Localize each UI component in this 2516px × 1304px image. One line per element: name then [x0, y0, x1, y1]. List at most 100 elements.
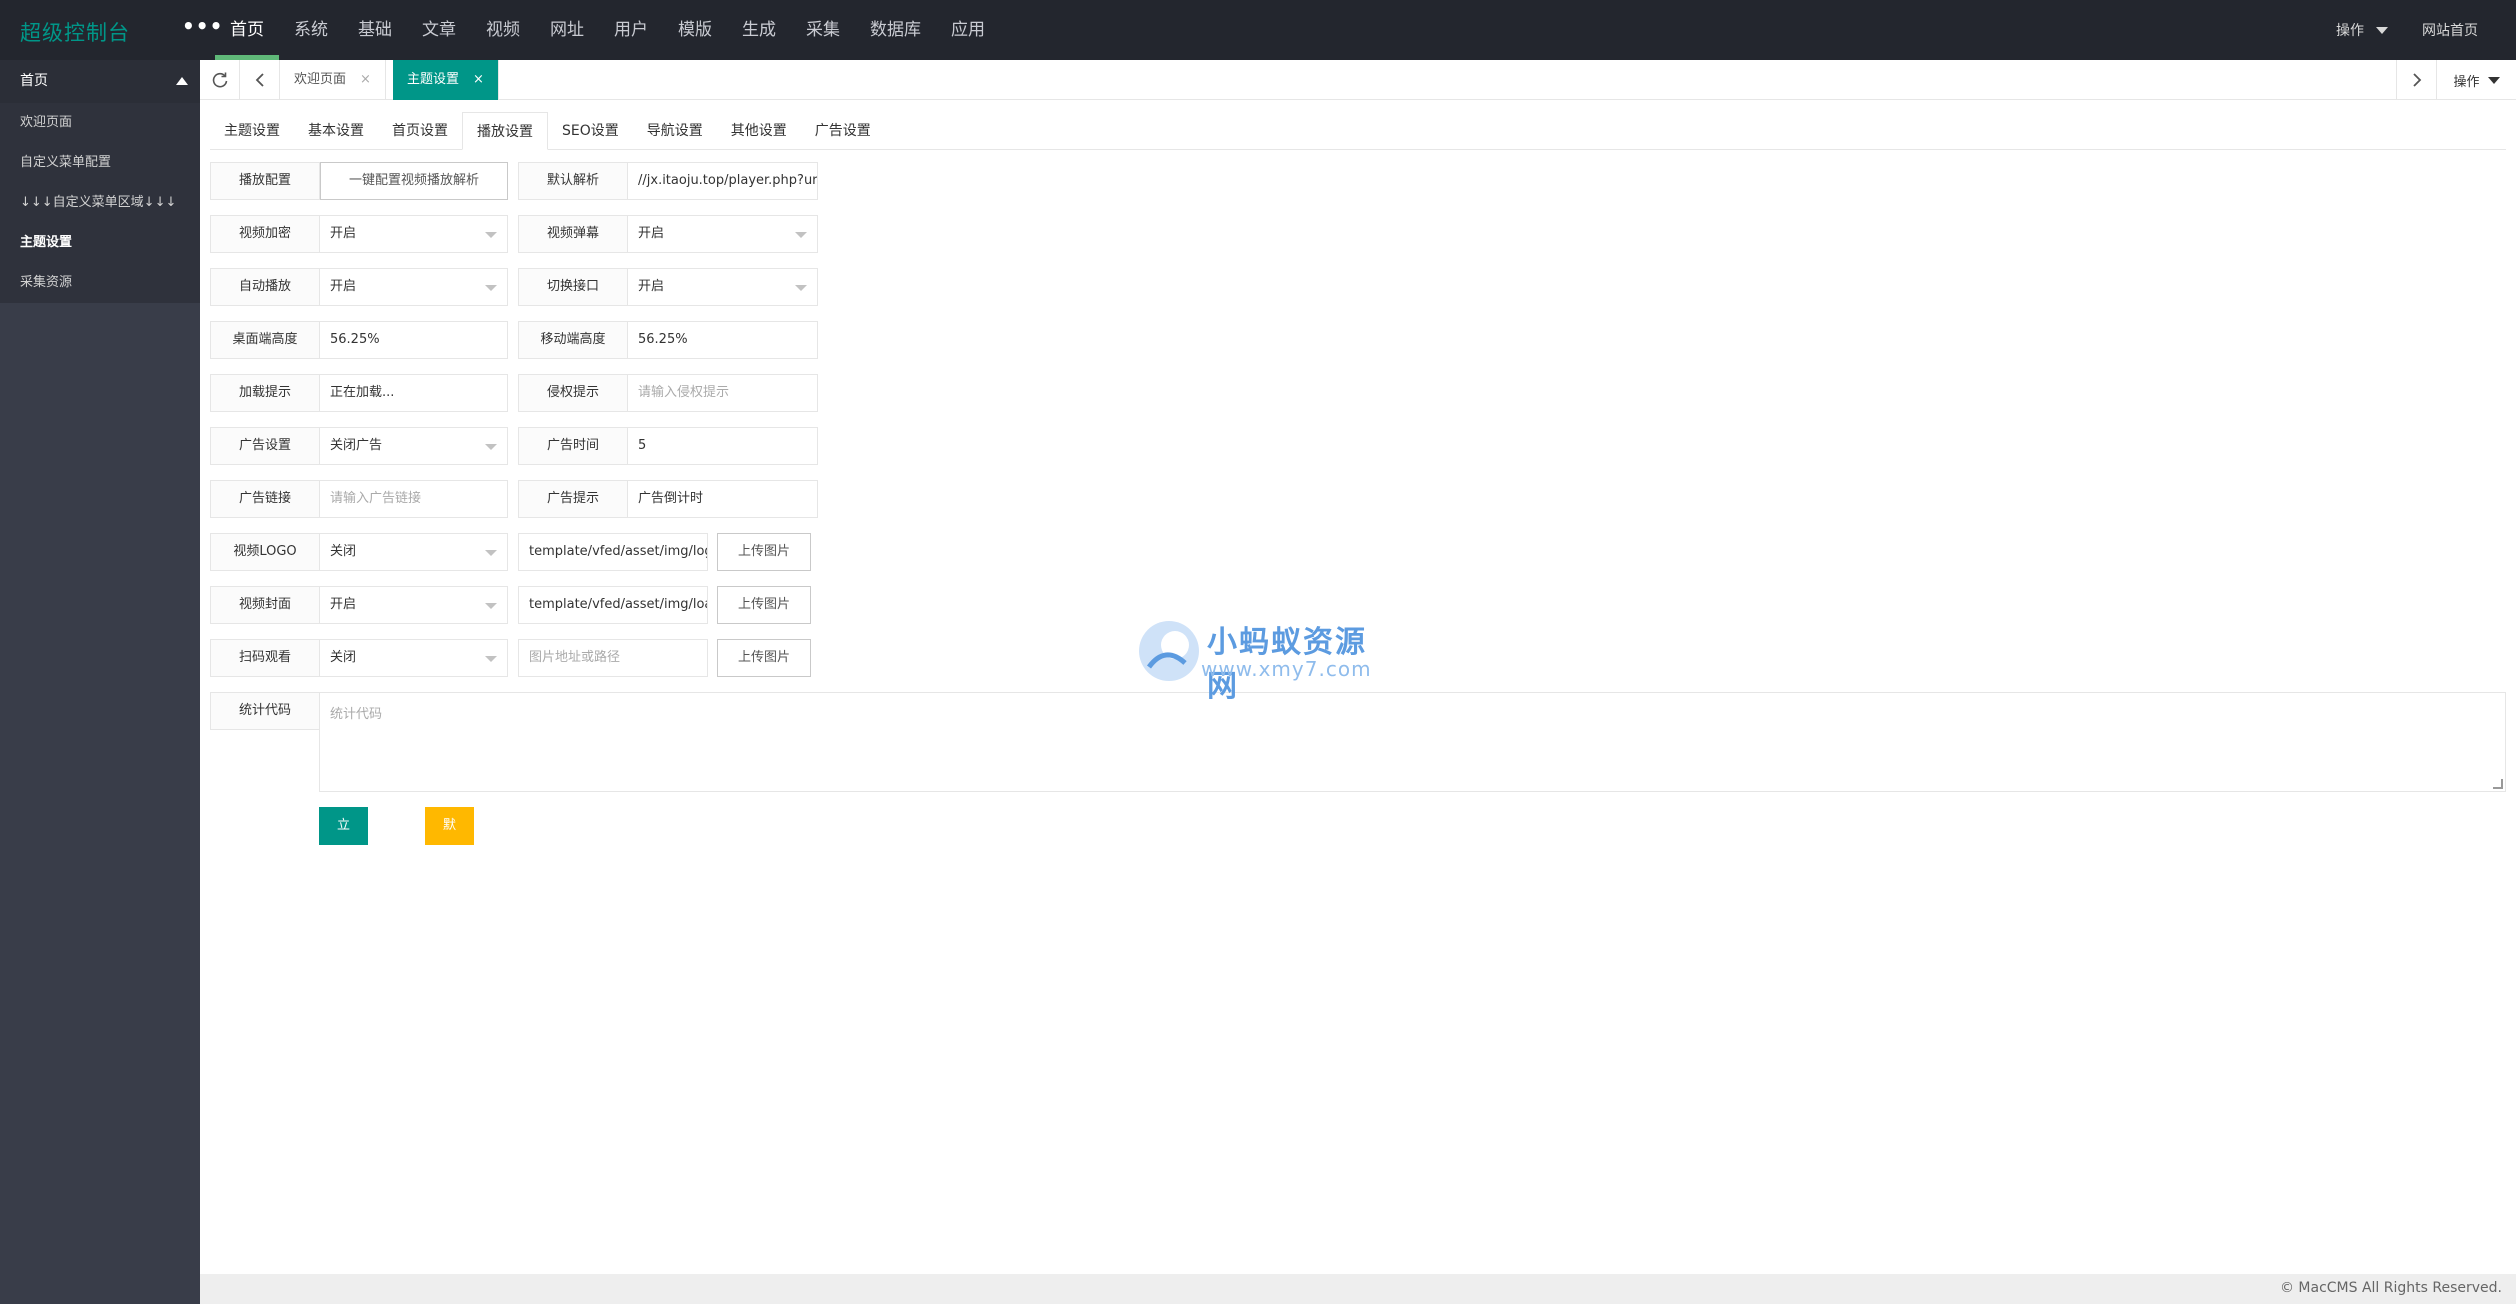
play-config-label: 播放配置	[210, 162, 320, 200]
caret-down-icon	[485, 285, 497, 291]
switch-api-select[interactable]: 开启	[628, 268, 818, 306]
loading-tip-label: 加载提示	[210, 374, 320, 412]
subtab-seo[interactable]: SEO设置	[548, 112, 633, 150]
caret-down-icon	[485, 656, 497, 662]
ad-link-input[interactable]: 请输入广告链接	[320, 480, 508, 518]
app-logo[interactable]: 超级控制台	[20, 17, 130, 47]
video-logo-select[interactable]: 关闭	[320, 533, 508, 571]
nav-item-collect[interactable]: 采集	[791, 0, 855, 60]
refresh-button[interactable]	[200, 60, 240, 100]
ad-setting-select[interactable]: 关闭广告	[320, 427, 508, 465]
mobile-height-input[interactable]: 56.25%	[628, 321, 818, 359]
caret-down-icon	[795, 285, 807, 291]
caret-up-icon	[176, 77, 188, 85]
stat-code-textarea[interactable]: 统计代码	[319, 692, 2506, 792]
tab-theme-settings[interactable]: 主题设置 ×	[393, 60, 499, 100]
switch-api-label: 切换接口	[518, 268, 628, 306]
default-settings-button[interactable]: 默认设置	[425, 807, 475, 947]
infringe-tip-label: 侵权提示	[518, 374, 628, 412]
video-danmaku-value: 开启	[638, 226, 665, 241]
desktop-height-label: 桌面端高度	[210, 321, 320, 359]
nav-item-database[interactable]: 数据库	[855, 0, 936, 60]
scan-watch-upload-button[interactable]: 上传图片	[717, 639, 811, 677]
nav-item-video[interactable]: 视频	[471, 0, 535, 60]
subtab-play[interactable]: 播放设置	[462, 112, 548, 150]
caret-down-icon	[485, 550, 497, 556]
settings-subtabs: 主题设置 基本设置 首页设置 播放设置 SEO设置 导航设置 其他设置 广告设置	[210, 112, 2506, 150]
tab-welcome[interactable]: 欢迎页面 ×	[280, 60, 386, 100]
top-ops-dropdown[interactable]: 操作	[2336, 20, 2388, 40]
ad-time-input[interactable]: 5	[628, 427, 818, 465]
nav-item-template[interactable]: 模版	[663, 0, 727, 60]
copyright-text: © MacCMS All Rights Reserved.	[2279, 1280, 2502, 1296]
nav-item-app[interactable]: 应用	[936, 0, 1000, 60]
video-logo-value: 关闭	[330, 544, 357, 559]
stat-code-label: 统计代码	[210, 692, 320, 730]
scan-watch-path-input[interactable]: 图片地址或路径	[518, 639, 708, 677]
sidebar-item-custom-area[interactable]: ↓↓↓自定义菜单区域↓↓↓	[0, 183, 200, 223]
subtab-ad[interactable]: 广告设置	[801, 112, 885, 150]
auto-play-label: 自动播放	[210, 268, 320, 306]
nav-item-user[interactable]: 用户	[599, 0, 663, 60]
tab-ops-dropdown[interactable]: 操作	[2436, 60, 2516, 100]
nav-item-system[interactable]: 系统	[279, 0, 343, 60]
resize-handle-icon[interactable]	[2493, 779, 2503, 789]
sidebar-item-theme-settings[interactable]: 主题设置	[0, 223, 200, 263]
caret-down-icon	[2487, 76, 2500, 84]
one-click-config-button[interactable]: 一键配置视频播放解析	[320, 162, 508, 200]
nav-item-basic[interactable]: 基础	[343, 0, 407, 60]
nav-item-article[interactable]: 文章	[407, 0, 471, 60]
loading-tip-input[interactable]: 正在加载...	[320, 374, 508, 412]
sidebar-group-home[interactable]: 首页	[0, 60, 200, 103]
video-cover-path-input[interactable]: template/vfed/asset/img/load	[518, 586, 708, 624]
subtab-basic[interactable]: 基本设置	[294, 112, 378, 150]
nav-item-home[interactable]: 首页	[215, 0, 279, 60]
mobile-height-label: 移动端高度	[518, 321, 628, 359]
auto-play-select[interactable]: 开启	[320, 268, 508, 306]
video-cover-upload-button[interactable]: 上传图片	[717, 586, 811, 624]
sidebar-item-custom-menu[interactable]: 自定义菜单配置	[0, 143, 200, 183]
save-button[interactable]: 立即保存	[319, 807, 369, 947]
footer: © MacCMS All Rights Reserved.	[200, 1274, 2516, 1304]
video-cover-select[interactable]: 开启	[320, 586, 508, 624]
subtab-other[interactable]: 其他设置	[717, 112, 801, 150]
video-logo-path-input[interactable]: template/vfed/asset/img/logo	[518, 533, 708, 571]
default-parse-label: 默认解析	[518, 162, 628, 200]
ad-tip-label: 广告提示	[518, 480, 628, 518]
video-logo-upload-button[interactable]: 上传图片	[717, 533, 811, 571]
subtab-home[interactable]: 首页设置	[378, 112, 462, 150]
nav-item-website[interactable]: 网址	[535, 0, 599, 60]
top-right-menu: 操作 网站首页	[2336, 0, 2478, 60]
sidebar-item-collect-resource[interactable]: 采集资源	[0, 263, 200, 303]
site-home-link[interactable]: 网站首页	[2422, 20, 2478, 40]
video-danmaku-select[interactable]: 开启	[628, 215, 818, 253]
desktop-height-input[interactable]: 56.25%	[320, 321, 508, 359]
video-encrypt-select[interactable]: 开启	[320, 215, 508, 253]
tab-theme-settings-label: 主题设置	[407, 72, 460, 87]
ad-tip-input[interactable]: 广告倒计时	[628, 480, 818, 518]
refresh-icon	[212, 72, 227, 88]
video-encrypt-value: 开启	[330, 226, 357, 241]
tab-ops-label: 操作	[2453, 74, 2480, 90]
sidebar-item-welcome[interactable]: 欢迎页面	[0, 103, 200, 143]
ad-setting-label: 广告设置	[210, 427, 320, 465]
stat-code-placeholder: 统计代码	[330, 707, 383, 722]
nav-item-generate[interactable]: 生成	[727, 0, 791, 60]
tab-scroll-left-button[interactable]	[240, 60, 280, 100]
close-icon[interactable]: ×	[473, 72, 484, 87]
subtab-theme[interactable]: 主题设置	[210, 112, 294, 150]
caret-down-icon	[485, 232, 497, 238]
scan-watch-select[interactable]: 关闭	[320, 639, 508, 677]
video-logo-label: 视频LOGO	[210, 533, 320, 571]
close-icon[interactable]: ×	[360, 72, 371, 87]
subtab-nav[interactable]: 导航设置	[633, 112, 717, 150]
tab-scroll-right-button[interactable]	[2396, 60, 2436, 100]
top-ops-label: 操作	[2336, 23, 2364, 39]
sidebar-group-label: 首页	[20, 73, 48, 89]
video-danmaku-label: 视频弹幕	[518, 215, 628, 253]
scan-watch-value: 关闭	[330, 650, 357, 665]
tab-welcome-label: 欢迎页面	[294, 72, 347, 87]
default-parse-input[interactable]: //jx.itaoju.top/player.php?url=	[628, 162, 818, 200]
infringe-tip-input[interactable]: 请输入侵权提示	[628, 374, 818, 412]
chevron-left-icon	[255, 73, 264, 87]
